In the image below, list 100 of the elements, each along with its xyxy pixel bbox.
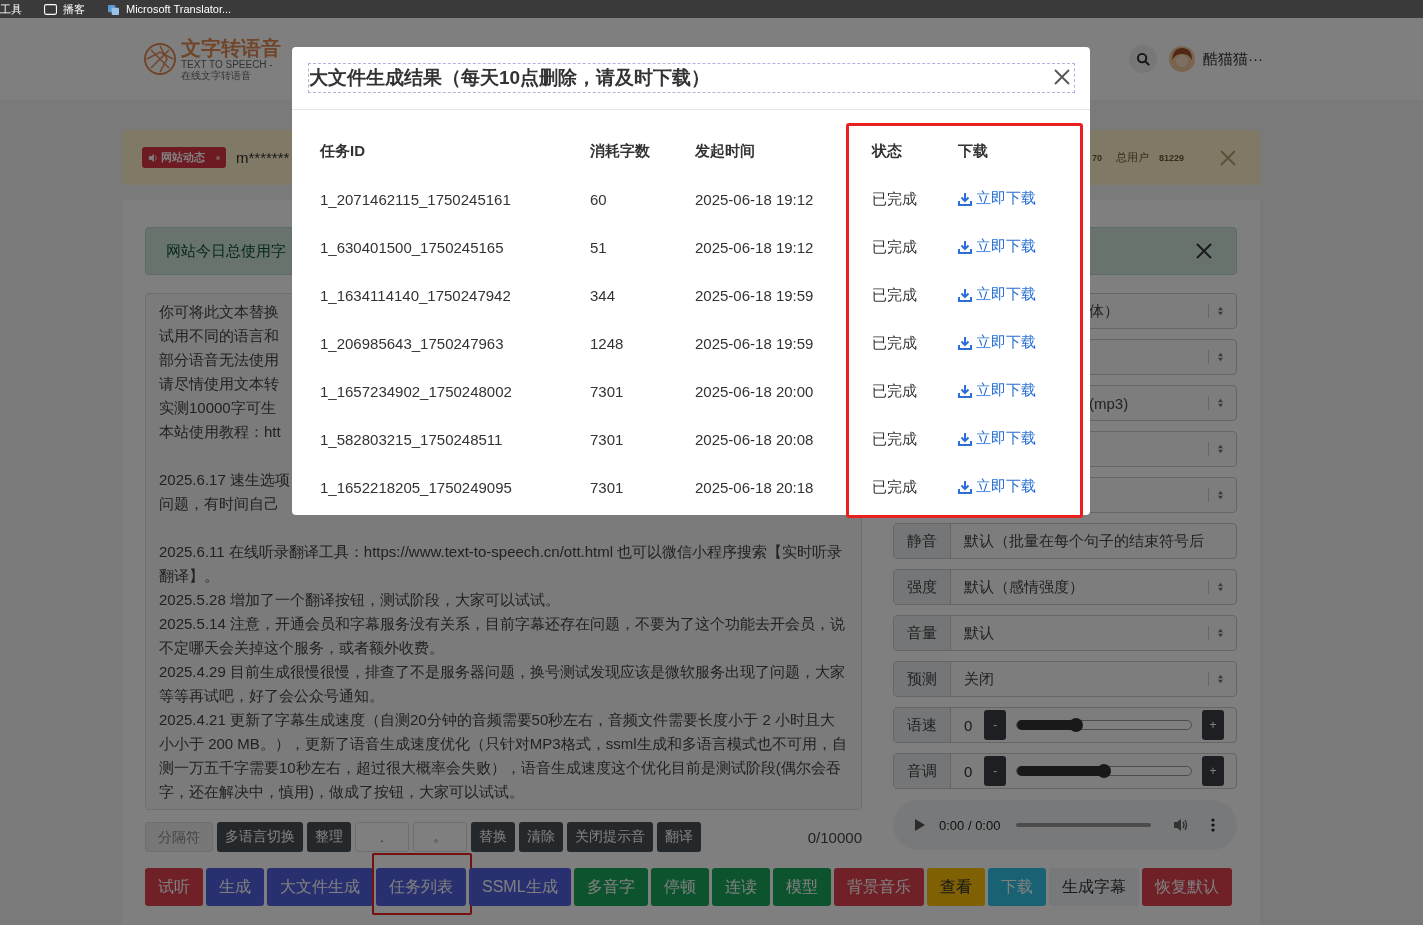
bookmark-link[interactable]: 工具	[0, 3, 22, 15]
action-button[interactable]: 停顿	[650, 868, 709, 906]
slider-track[interactable]	[1016, 766, 1192, 776]
app-icon	[107, 3, 120, 15]
logo-subtitle: TEXT TO SPEECH - 在线文字转语音	[181, 59, 274, 81]
tool-button[interactable]: 替换	[471, 822, 515, 852]
logo-title: 文字转语音	[181, 37, 281, 59]
column-header: 发起时间	[695, 141, 756, 161]
table-cell: 已完成	[872, 285, 917, 303]
play-icon[interactable]	[915, 819, 925, 831]
caret-icon	[1217, 674, 1224, 684]
download-link[interactable]: 立即下载	[958, 285, 1036, 305]
download-icon	[958, 431, 972, 446]
field-label: 语速	[894, 708, 951, 742]
column-header: 任务ID	[320, 141, 366, 161]
download-link[interactable]: 立即下载	[958, 477, 1036, 497]
action-button[interactable]: 连读	[711, 868, 770, 906]
action-button[interactable]: SSML生成	[469, 868, 571, 906]
caret-icon	[1217, 628, 1224, 638]
char-counter: 0/10000	[807, 828, 862, 846]
table-cell: 已完成	[872, 237, 917, 255]
editor-line: 本站使用教程：htt	[159, 422, 281, 442]
field-value: 体）	[1089, 301, 1119, 319]
table-cell: 已完成	[872, 189, 917, 207]
field-value: (mp3)	[1089, 394, 1129, 412]
table-cell: 2025-06-18 19:12	[695, 190, 814, 208]
avatar-icon[interactable]	[1169, 46, 1195, 72]
caret-icon	[1217, 352, 1224, 362]
column-header: 状态	[870, 141, 903, 161]
close-icon[interactable]	[1196, 243, 1212, 259]
tool-button[interactable]: 多语言切换	[217, 822, 303, 852]
action-button[interactable]: 任务列表	[376, 868, 466, 906]
download-link[interactable]: 立即下载	[958, 189, 1036, 209]
more-icon[interactable]	[1211, 818, 1215, 832]
action-button[interactable]: 生成	[206, 868, 264, 906]
action-button[interactable]: 试听	[145, 868, 203, 906]
stat-value: 70	[1091, 152, 1102, 163]
action-button[interactable]: 大文件生成	[267, 868, 373, 906]
tool-button[interactable]: 关闭提示音	[567, 822, 653, 852]
volume-icon[interactable]	[1173, 818, 1189, 832]
download-icon	[958, 239, 972, 254]
action-button[interactable]: 模型	[772, 868, 831, 906]
table-cell: 2025-06-18 20:18	[695, 478, 814, 496]
dialog-title: 大文件生成结果（每天10点删除，请及时下载）	[308, 63, 1075, 93]
close-icon[interactable]	[1054, 69, 1070, 85]
select-field[interactable]: 静音 默认（批量在每个句子的结束符号后	[893, 523, 1237, 559]
symbol-field[interactable]: 。	[413, 822, 467, 852]
table-cell: 已完成	[872, 477, 917, 495]
action-button[interactable]: 背景音乐	[833, 868, 924, 906]
download-link[interactable]: 立即下载	[958, 381, 1036, 401]
select-field[interactable]: 强度 默认（感情强度）	[893, 569, 1237, 605]
table-cell: 1_1634114140_1750247942	[320, 286, 511, 304]
download-icon	[958, 287, 972, 302]
symbol-field[interactable]: .	[355, 822, 409, 852]
slider-thumb[interactable]	[1097, 764, 1112, 778]
field-label: 音调	[894, 754, 951, 788]
editor-paragraph: 2025.5.14 注意，开通会员和字幕服务没有关系，目前字幕还存在问题，不要为了这个功能去开会员，说不定哪天会关掉这个服务，或者额外收费。	[159, 614, 846, 658]
action-button[interactable]: 多音字	[573, 868, 648, 906]
select-field[interactable]: 音量 默认	[893, 615, 1237, 651]
search-button[interactable]	[1129, 45, 1157, 73]
tool-button[interactable]: 翻译	[657, 822, 701, 852]
increase-button[interactable]: +	[1202, 710, 1224, 740]
action-button[interactable]: 恢复默认	[1141, 868, 1232, 906]
caret-icon	[1217, 398, 1224, 408]
download-link[interactable]: 立即下载	[958, 237, 1036, 257]
download-icon	[958, 479, 972, 494]
notice-message: m*******	[236, 149, 290, 166]
bookmark-link[interactable]: Microsoft Translator...	[126, 3, 232, 15]
field-value: 关闭	[964, 669, 994, 687]
editor-paragraph: 2025.4.29 目前生成很慢很慢，排查了不是服务器问题，换号测试发现应该是微软服务出现了问题，大家等等再试吧，好了会公众号通知。	[159, 662, 846, 706]
download-link[interactable]: 立即下载	[958, 333, 1036, 353]
increase-button[interactable]: +	[1202, 756, 1224, 786]
field-value: 默认（感情强度）	[964, 577, 1084, 595]
slider-thumb[interactable]	[1069, 718, 1084, 732]
user-name[interactable]: 酷猫猫···	[1203, 49, 1263, 69]
table-cell: 2025-06-18 19:59	[695, 334, 814, 352]
table-cell: 已完成	[872, 381, 917, 399]
logo-icon	[143, 42, 177, 76]
download-link[interactable]: 立即下载	[958, 429, 1036, 449]
field-label: 强度	[894, 570, 951, 604]
progress-track[interactable]	[1016, 823, 1151, 827]
bookmark-link[interactable]: 播客	[63, 3, 85, 15]
editor-line: 你可将此文本替换	[159, 302, 279, 322]
action-button[interactable]: 查看	[926, 868, 985, 906]
column-header: 消耗字数	[590, 141, 651, 161]
decrease-button[interactable]: -	[984, 710, 1007, 740]
tool-button[interactable]: 清除	[519, 822, 563, 852]
field-label: 音量	[894, 616, 951, 650]
field-label: 静音	[894, 524, 951, 558]
action-button[interactable]: 生成字幕	[1048, 868, 1139, 906]
download-icon	[958, 335, 972, 350]
table-cell: 2025-06-18 19:59	[695, 286, 814, 304]
table-cell: 2025-06-18 20:08	[695, 430, 814, 448]
decrease-button[interactable]: -	[984, 756, 1007, 786]
select-field[interactable]: 预测 关闭	[893, 661, 1237, 697]
editor-line: 问题，有时间自己	[159, 494, 279, 514]
table-cell: 7301	[590, 382, 624, 400]
tool-button[interactable]: 整理	[307, 822, 351, 852]
field-value: 默认	[964, 623, 994, 641]
slider-track[interactable]	[1016, 720, 1192, 730]
